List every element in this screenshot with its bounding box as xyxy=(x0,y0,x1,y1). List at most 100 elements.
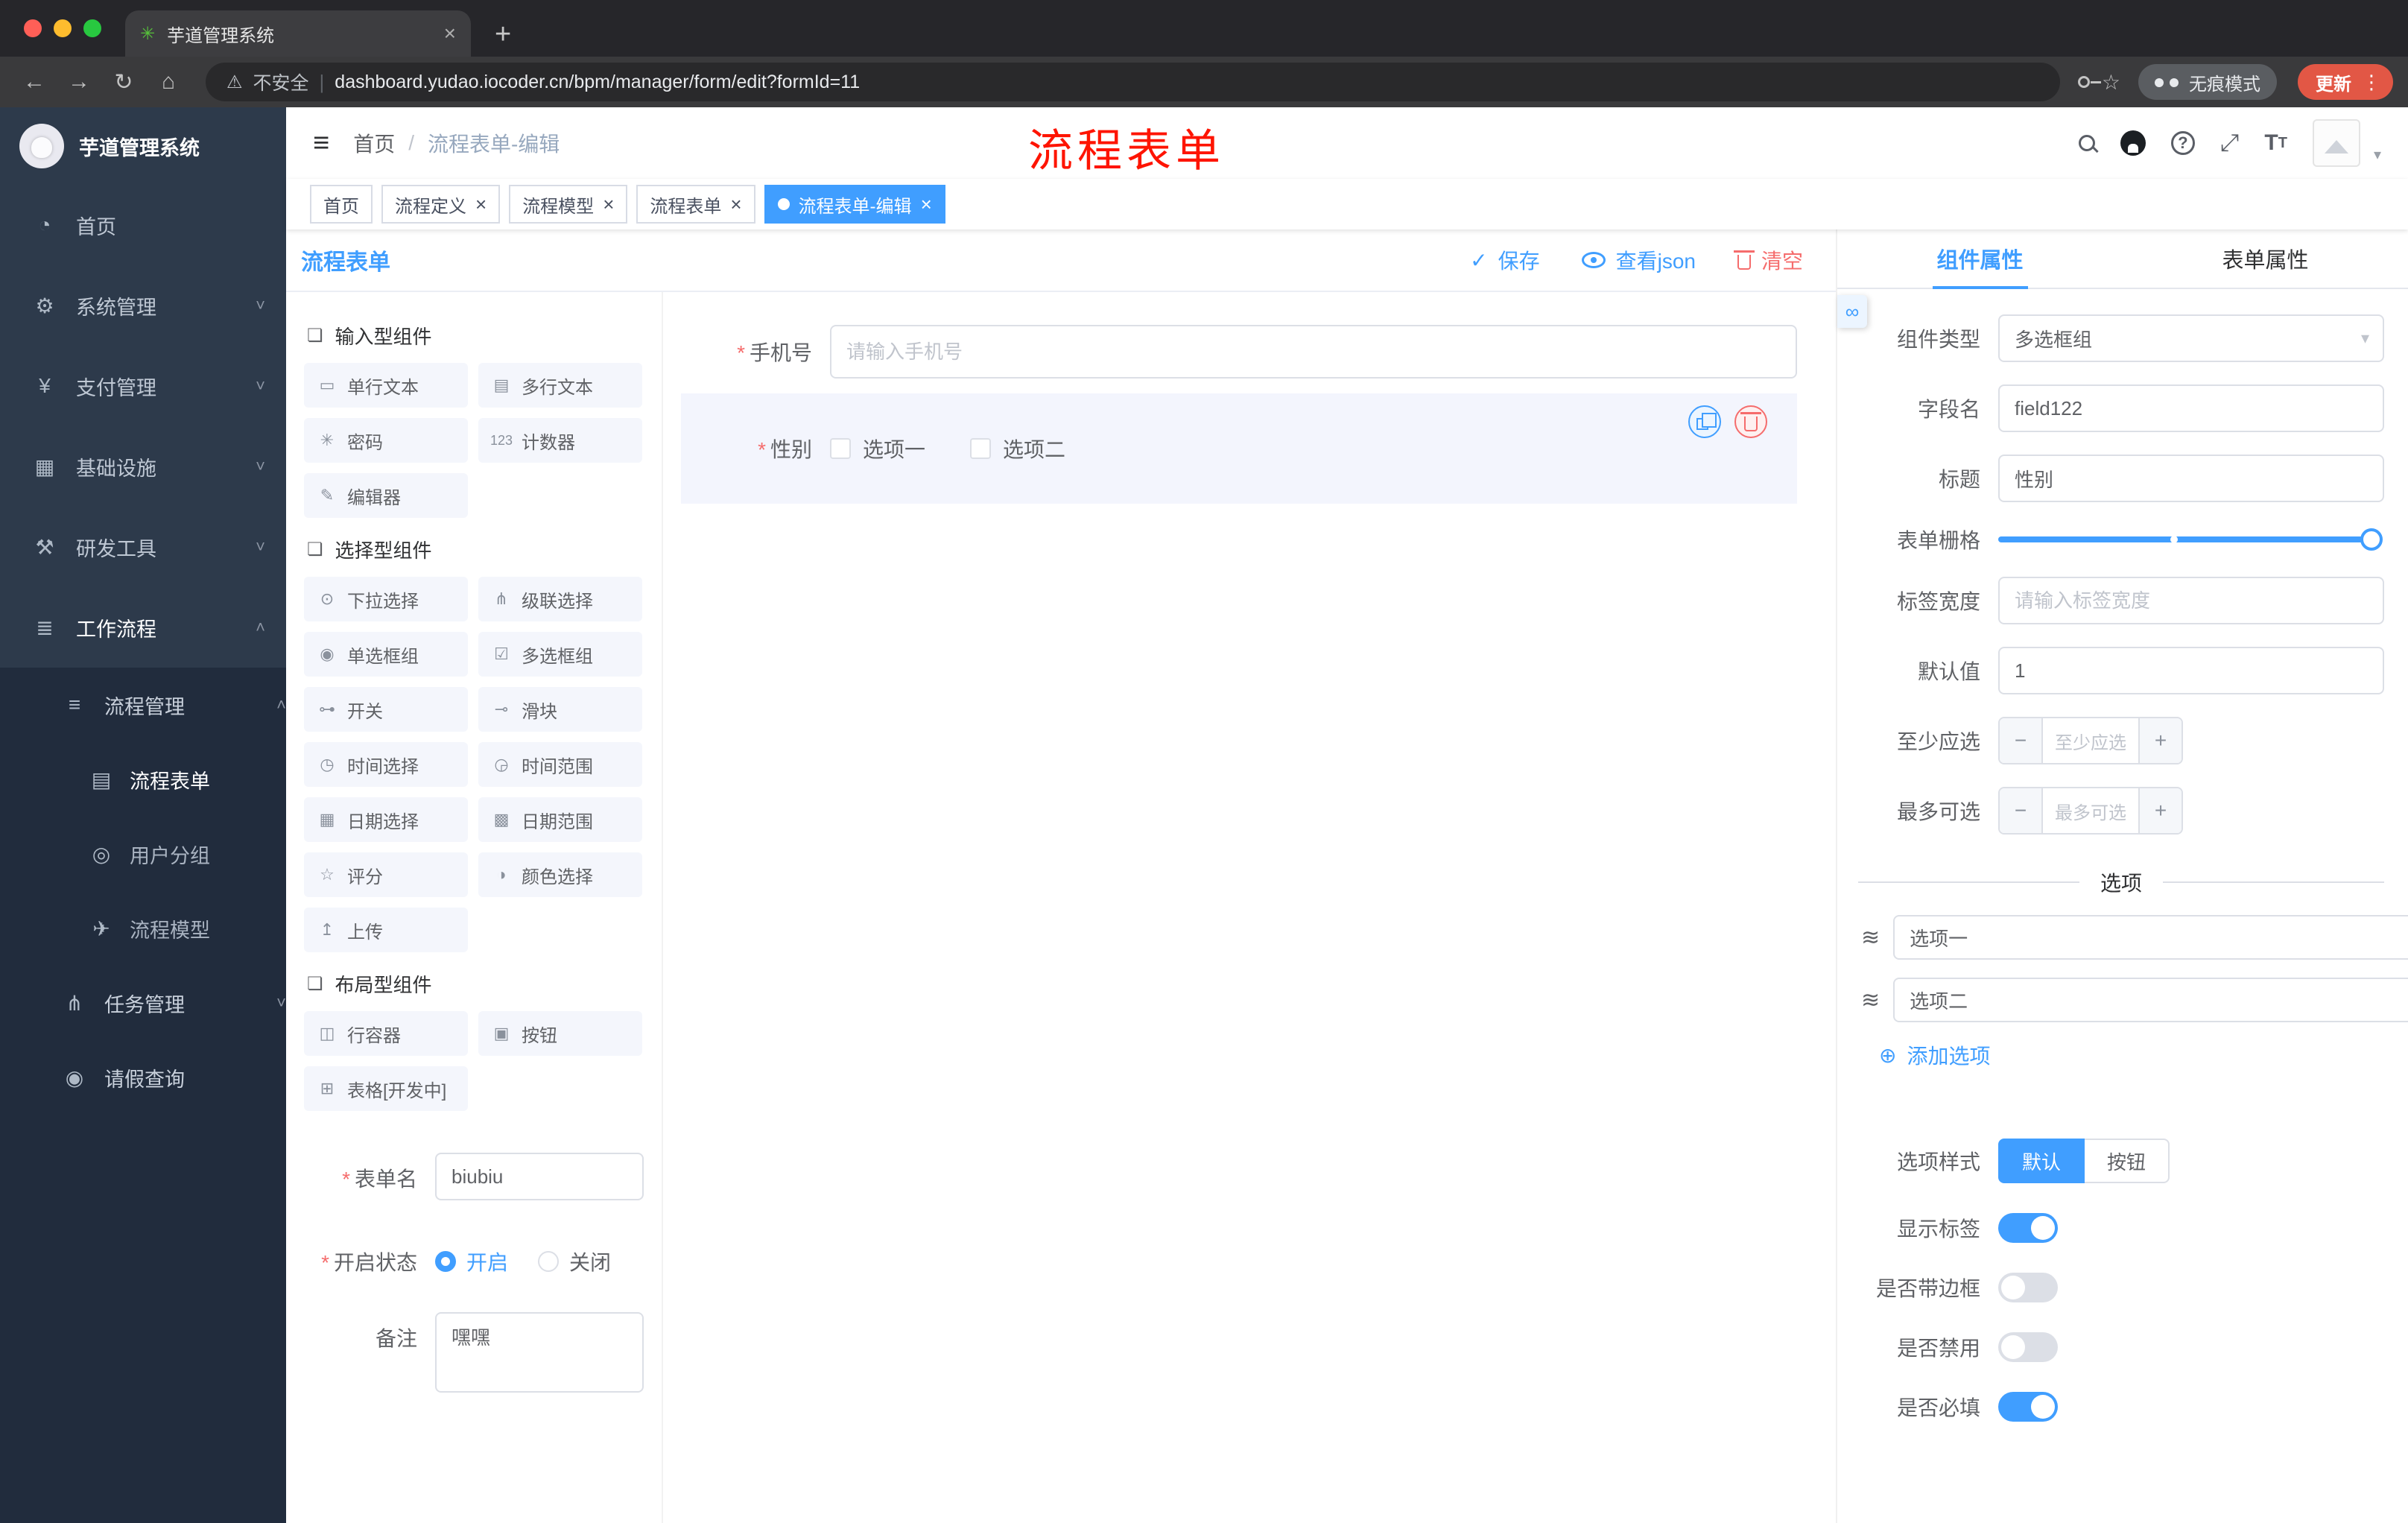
copy-widget-button[interactable] xyxy=(1688,405,1721,438)
show-label-toggle[interactable] xyxy=(1998,1213,2058,1243)
link-icon[interactable]: ∞ xyxy=(1837,295,1867,328)
palette-item-select[interactable]: ⊙ 下拉选择 xyxy=(304,577,468,621)
window-minimize-button[interactable] xyxy=(54,19,72,37)
forward-icon[interactable]: → xyxy=(60,69,98,95)
title-input[interactable] xyxy=(1998,455,2384,502)
tag-process-definition[interactable]: 流程定义 × xyxy=(381,185,501,224)
radio-open[interactable]: 开启 xyxy=(435,1247,508,1276)
palette-item-editor[interactable]: ✎ 编辑器 xyxy=(304,473,468,518)
palette-item-single-line-text[interactable]: ▭ 单行文本 xyxy=(304,363,468,408)
browser-menu-icon[interactable]: ⋮ xyxy=(2362,71,2381,94)
palette-item-time-picker[interactable]: ◷ 时间选择 xyxy=(304,742,468,787)
min-checked-value[interactable]: 至少应选 xyxy=(2043,718,2138,763)
tag-close-icon[interactable]: × xyxy=(730,194,741,214)
breadcrumb-home[interactable]: 首页 xyxy=(353,128,395,158)
sidebar-item-process-management[interactable]: ≡ 流程管理 ˄ xyxy=(0,668,286,742)
password-key-icon[interactable] xyxy=(2077,76,2101,88)
font-size-icon[interactable]: TT xyxy=(2264,130,2287,156)
palette-item-upload[interactable]: ↥ 上传 xyxy=(304,908,468,952)
remark-textarea[interactable]: 嘿嘿 xyxy=(435,1312,644,1393)
sidebar-item-home[interactable]: ◔ 首页 xyxy=(0,185,286,265)
sidebar-item-payment[interactable]: ¥ 支付管理 ˅ xyxy=(0,346,286,426)
required-toggle[interactable] xyxy=(1998,1392,2058,1422)
new-tab-button[interactable]: + xyxy=(495,19,511,51)
phone-field[interactable]: * 手机号 xyxy=(681,325,1797,379)
sidebar-item-system[interactable]: ⚙ 系统管理 ˅ xyxy=(0,265,286,346)
palette-item-rate[interactable]: ☆ 评分 xyxy=(304,852,468,897)
browser-tab[interactable]: ✳ 芋道管理系统 × xyxy=(125,10,471,57)
option-label-input[interactable] xyxy=(1893,915,2408,960)
browser-update-button[interactable]: 更新 ⋮ xyxy=(2298,64,2393,100)
sidebar-item-leave-query[interactable]: ◉ 请假查询 xyxy=(0,1040,286,1115)
drag-handle-icon[interactable]: ≋ xyxy=(1861,925,1880,951)
reload-icon[interactable]: ↻ xyxy=(104,69,143,95)
palette-item-textarea[interactable]: ▤ 多行文本 xyxy=(478,363,642,408)
gender-field-selected[interactable]: * 性别 选项一 选项二 xyxy=(681,393,1797,504)
default-value-input[interactable] xyxy=(1998,647,2384,694)
search-icon[interactable] xyxy=(2078,135,2095,151)
phone-input[interactable] xyxy=(830,325,1797,379)
option-label-input[interactable] xyxy=(1893,978,2408,1022)
minus-button[interactable]: − xyxy=(2000,718,2043,763)
sidebar-item-task-management[interactable]: ⋔ 任务管理 ˅ xyxy=(0,966,286,1040)
sidebar-item-user-group[interactable]: ◎ 用户分组 xyxy=(0,817,286,891)
bookmark-star-icon[interactable]: ☆ xyxy=(2102,70,2120,95)
tag-close-icon[interactable]: × xyxy=(603,194,614,214)
security-label[interactable]: 不安全 xyxy=(253,69,309,95)
user-avatar[interactable] xyxy=(2312,119,2360,167)
tag-close-icon[interactable]: × xyxy=(921,194,932,214)
sidebar-toggle-icon[interactable]: ≡ xyxy=(313,127,329,159)
style-default-button[interactable]: 默认 xyxy=(1998,1139,2085,1183)
back-icon[interactable]: ← xyxy=(15,69,54,95)
palette-item-time-range[interactable]: ◶ 时间范围 xyxy=(478,742,642,787)
field-name-input[interactable] xyxy=(1998,384,2384,432)
form-name-input[interactable] xyxy=(435,1153,644,1200)
home-icon[interactable]: ⌂ xyxy=(149,69,188,95)
save-button[interactable]: ✓ 保存 xyxy=(1470,245,1539,275)
tag-home[interactable]: 首页 xyxy=(310,185,373,224)
page-url[interactable]: dashboard.yudao.iocoder.cn/bpm/manager/f… xyxy=(335,72,860,93)
tab-close-icon[interactable]: × xyxy=(444,22,456,45)
tag-process-model[interactable]: 流程模型 × xyxy=(509,185,628,224)
max-checked-value[interactable]: 最多可选 xyxy=(2043,788,2138,833)
disabled-toggle[interactable] xyxy=(1998,1332,2058,1362)
minus-button[interactable]: − xyxy=(2000,788,2043,833)
view-json-button[interactable]: 查看json xyxy=(1581,245,1696,275)
plus-button[interactable]: + xyxy=(2138,788,2182,833)
palette-item-radio-group[interactable]: ◉ 单选框组 xyxy=(304,632,468,677)
tab-form-props[interactable]: 表单属性 xyxy=(2123,229,2408,288)
palette-item-switch[interactable]: ⊶ 开关 xyxy=(304,687,468,732)
sidebar-item-workflow[interactable]: ≣ 工作流程 ˄ xyxy=(0,587,286,668)
slider-handle[interactable] xyxy=(2360,528,2383,551)
window-zoom-button[interactable] xyxy=(83,19,101,37)
palette-item-slider[interactable]: ⊸ 滑块 xyxy=(478,687,642,732)
github-icon[interactable] xyxy=(2120,130,2146,156)
style-button-button[interactable]: 按钮 xyxy=(2085,1139,2170,1183)
palette-item-cascader[interactable]: ⋔ 级联选择 xyxy=(478,577,642,621)
palette-item-date-range[interactable]: ▩ 日期范围 xyxy=(478,797,642,842)
tag-close-icon[interactable]: × xyxy=(475,194,487,214)
sidebar-item-process-model[interactable]: ✈ 流程模型 xyxy=(0,891,286,966)
palette-item-table[interactable]: ⊞ 表格[开发中] xyxy=(304,1066,468,1111)
checkbox-option-one[interactable]: 选项一 xyxy=(830,434,925,463)
window-close-button[interactable] xyxy=(24,19,42,37)
fullscreen-icon[interactable]: ⤢ xyxy=(2220,129,2240,157)
component-type-select[interactable]: 多选框组 ▾ xyxy=(1998,314,2384,362)
help-icon[interactable]: ? xyxy=(2170,131,2195,155)
delete-widget-button[interactable] xyxy=(1734,405,1767,438)
address-bar[interactable]: ⚠ 不安全 | dashboard.yudao.iocoder.cn/bpm/m… xyxy=(206,63,2060,101)
sidebar-item-infrastructure[interactable]: ▦ 基础设施 ˅ xyxy=(0,426,286,507)
plus-button[interactable]: + xyxy=(2138,718,2182,763)
tag-process-form-edit[interactable]: 流程表单-编辑 × xyxy=(764,185,945,224)
sidebar-item-process-form[interactable]: ▤ 流程表单 xyxy=(0,742,286,817)
palette-item-checkbox-group[interactable]: ☑ 多选框组 xyxy=(478,632,642,677)
drag-handle-icon[interactable]: ≋ xyxy=(1861,987,1880,1013)
clear-button[interactable]: 清空 xyxy=(1734,245,1803,275)
palette-item-counter[interactable]: 123 计数器 xyxy=(478,418,642,463)
palette-item-button[interactable]: ▣ 按钮 xyxy=(478,1011,642,1056)
palette-item-date-picker[interactable]: ▦ 日期选择 xyxy=(304,797,468,842)
radio-closed[interactable]: 关闭 xyxy=(538,1247,611,1276)
label-width-input[interactable] xyxy=(1998,577,2384,624)
border-toggle[interactable] xyxy=(1998,1273,2058,1302)
add-option-button[interactable]: ⊕ 添加选项 xyxy=(1879,1040,2384,1070)
